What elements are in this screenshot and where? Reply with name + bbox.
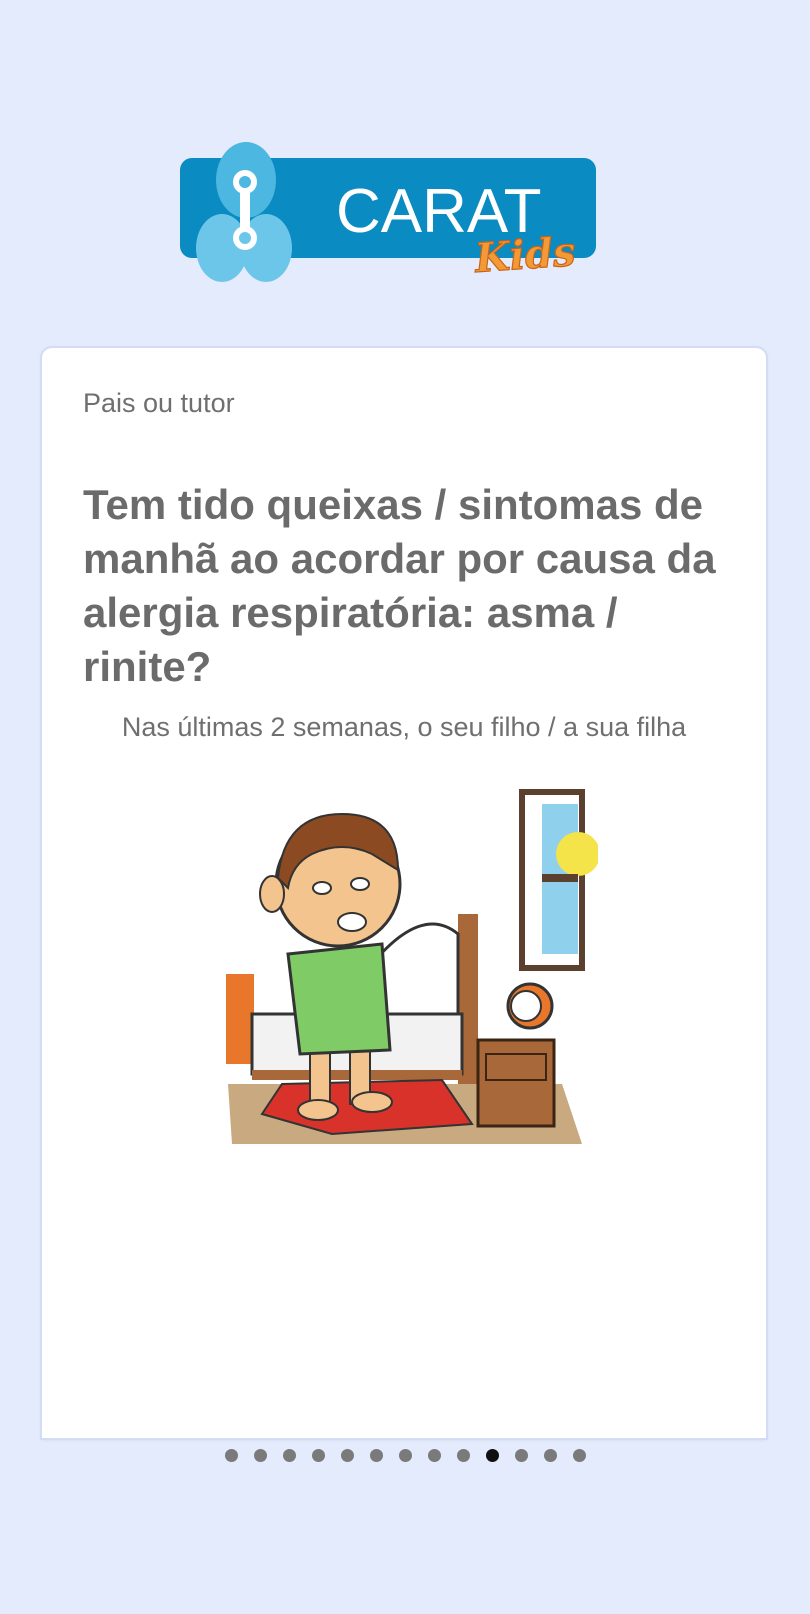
question-text: Tem tido queixas / sintomas de manhã ao … [83,481,716,690]
page-dot[interactable] [456,1449,470,1462]
carat-kids-logo: CARAT Kids [180,138,636,298]
page-dot[interactable] [311,1449,325,1462]
page-dot[interactable] [282,1449,296,1462]
question-subtitle: Nas últimas 2 semanas, o seu filho / a s… [121,712,687,742]
page-dot[interactable] [253,1449,267,1462]
window-icon [519,789,600,971]
page-dot[interactable] [427,1449,441,1462]
respondent-label: Pais ou tutor [83,388,235,418]
page-dot-active[interactable] [485,1449,499,1462]
page-dot[interactable] [398,1449,412,1462]
page-dot[interactable] [369,1449,383,1462]
page-dot[interactable] [543,1449,557,1462]
page-dot[interactable] [224,1449,238,1462]
page-dot[interactable] [340,1449,354,1462]
question-card: Pais ou tutor Tem tido queixas / sintoma… [42,348,766,1438]
nightstand-icon [476,982,556,1128]
pagination-dots [0,1449,810,1462]
sick-child-waking-up-illustration [222,784,600,1160]
page-dot[interactable] [572,1449,586,1462]
logo-subtitle: Kids [472,228,576,282]
page-dot[interactable] [514,1449,528,1462]
